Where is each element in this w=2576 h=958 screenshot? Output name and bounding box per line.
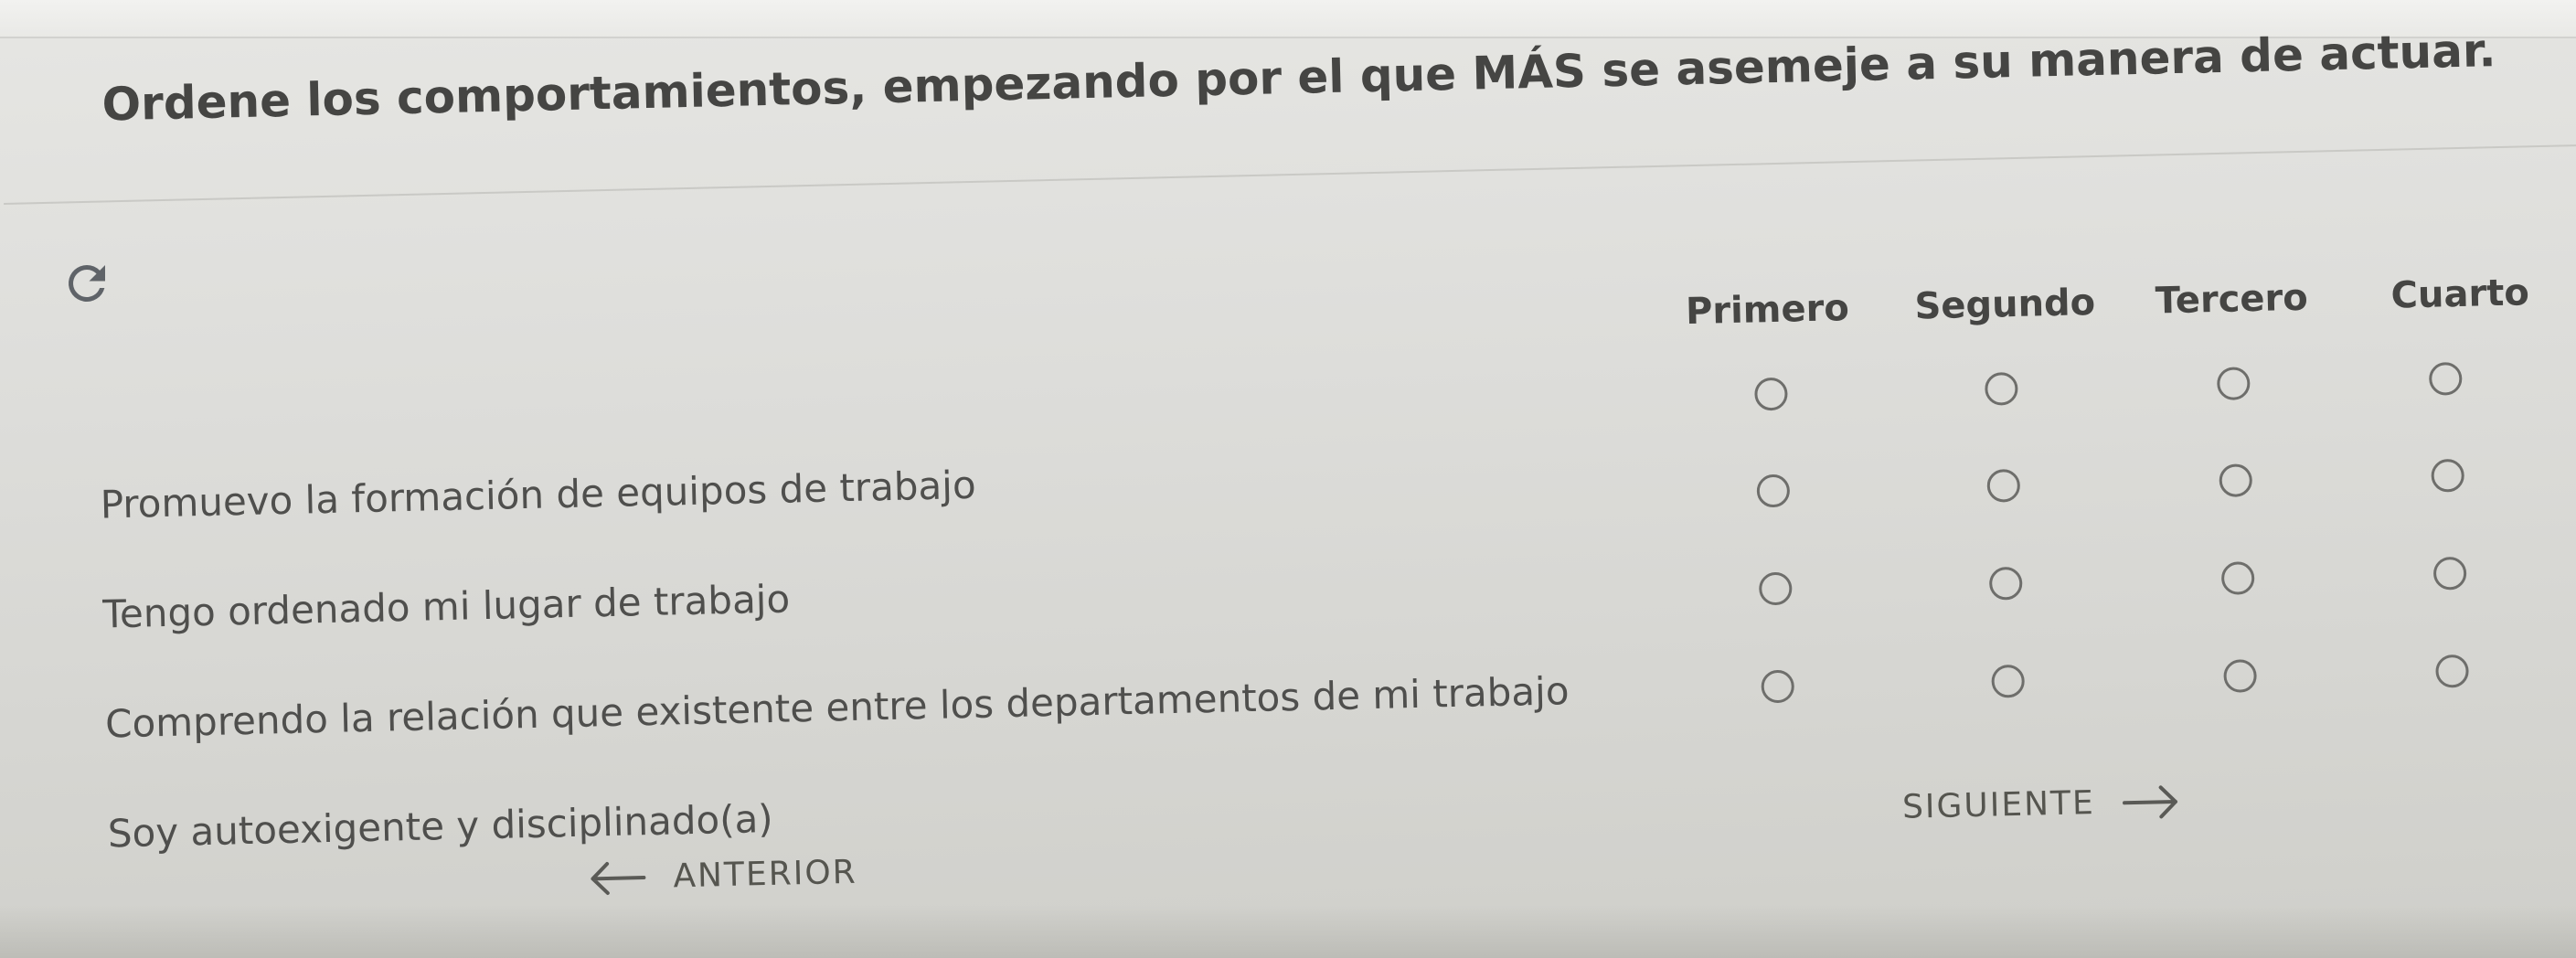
- radio-row3-cuarto[interactable]: [2432, 556, 2467, 591]
- previous-button-label: ANTERIOR: [672, 853, 858, 896]
- radio-row4-segundo[interactable]: [1991, 664, 2026, 698]
- radio-row1-primero[interactable]: [1754, 377, 1788, 411]
- radio-row1-cuarto[interactable]: [2428, 361, 2463, 396]
- row-label-lugar-trabajo: Tengo ordenado mi lugar de trabajo: [101, 576, 791, 637]
- column-header-tercero: Tercero: [2155, 276, 2309, 323]
- radio-row4-tercero[interactable]: [2223, 659, 2258, 693]
- radio-row3-tercero[interactable]: [2220, 561, 2255, 595]
- radio-row2-cuarto[interactable]: [2431, 458, 2465, 493]
- arrow-right-icon: [2122, 782, 2181, 820]
- radio-row3-segundo[interactable]: [1988, 566, 2023, 601]
- radio-row2-tercero[interactable]: [2219, 463, 2253, 497]
- column-header-primero: Primero: [1685, 287, 1850, 334]
- radio-row2-primero[interactable]: [1756, 474, 1791, 508]
- radio-row4-primero[interactable]: [1761, 669, 1795, 704]
- question-title: Ordene los comportamientos, empezando po…: [101, 24, 2497, 132]
- row-label-formacion-equipos: Promuevo la formación de equipos de trab…: [100, 462, 977, 527]
- next-button[interactable]: SIGUIENTE: [1902, 782, 2182, 826]
- next-button-label: SIGUIENTE: [1901, 784, 2096, 826]
- arrow-left-icon: [587, 859, 646, 897]
- question-header: Ordene los comportamientos, empezando po…: [0, 0, 2576, 205]
- column-header-cuarto: Cuarto: [2390, 271, 2530, 317]
- radio-row3-primero[interactable]: [1758, 571, 1793, 606]
- row-label-relacion-departamentos: Comprendo la relación que existente entr…: [104, 668, 1570, 747]
- radio-row1-tercero[interactable]: [2216, 367, 2251, 401]
- bottom-edge-shadow: [0, 905, 2576, 958]
- radio-row2-segundo[interactable]: [1986, 468, 2021, 503]
- column-header-segundo: Segundo: [1914, 282, 2096, 328]
- radio-row4-cuarto[interactable]: [2435, 654, 2469, 688]
- previous-button[interactable]: ANTERIOR: [587, 854, 857, 898]
- survey-page: Ordene los comportamientos, empezando po…: [0, 0, 2576, 958]
- title-divider: [4, 144, 2576, 205]
- radio-row1-segundo[interactable]: [1985, 371, 2018, 406]
